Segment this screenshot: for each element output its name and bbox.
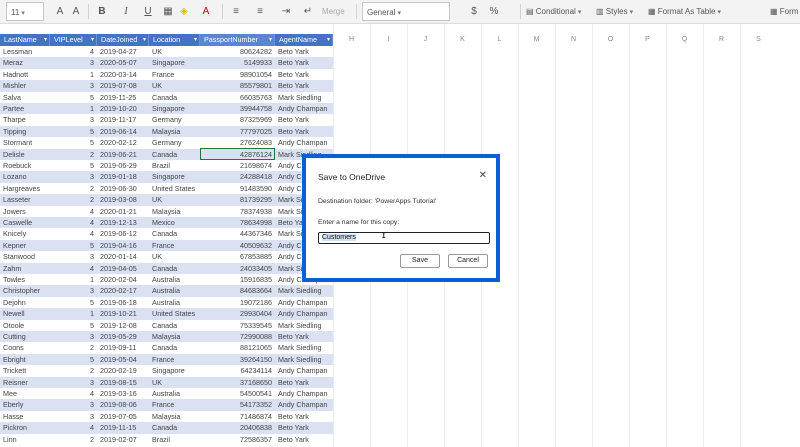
name-field-label: Enter a name for this copy: (318, 219, 400, 226)
dialog-title: Save to OneDrive (318, 172, 386, 182)
copy-name-input[interactable]: Customers (318, 232, 490, 244)
dialog-overlay: Save to OneDrive ✕ Destination folder: '… (0, 0, 800, 447)
save-button[interactable]: Save (400, 254, 440, 268)
dialog-highlight-frame: Save to OneDrive ✕ Destination folder: '… (302, 154, 500, 282)
destination-folder-text: Destination folder: 'PowerApps Tutorial' (318, 198, 437, 205)
copy-name-value: Customers (322, 234, 356, 241)
save-to-onedrive-dialog: Save to OneDrive ✕ Destination folder: '… (306, 158, 496, 278)
cancel-button[interactable]: Cancel (448, 254, 488, 268)
close-icon[interactable]: ✕ (479, 170, 487, 181)
text-cursor-icon: ɪ (382, 230, 386, 241)
